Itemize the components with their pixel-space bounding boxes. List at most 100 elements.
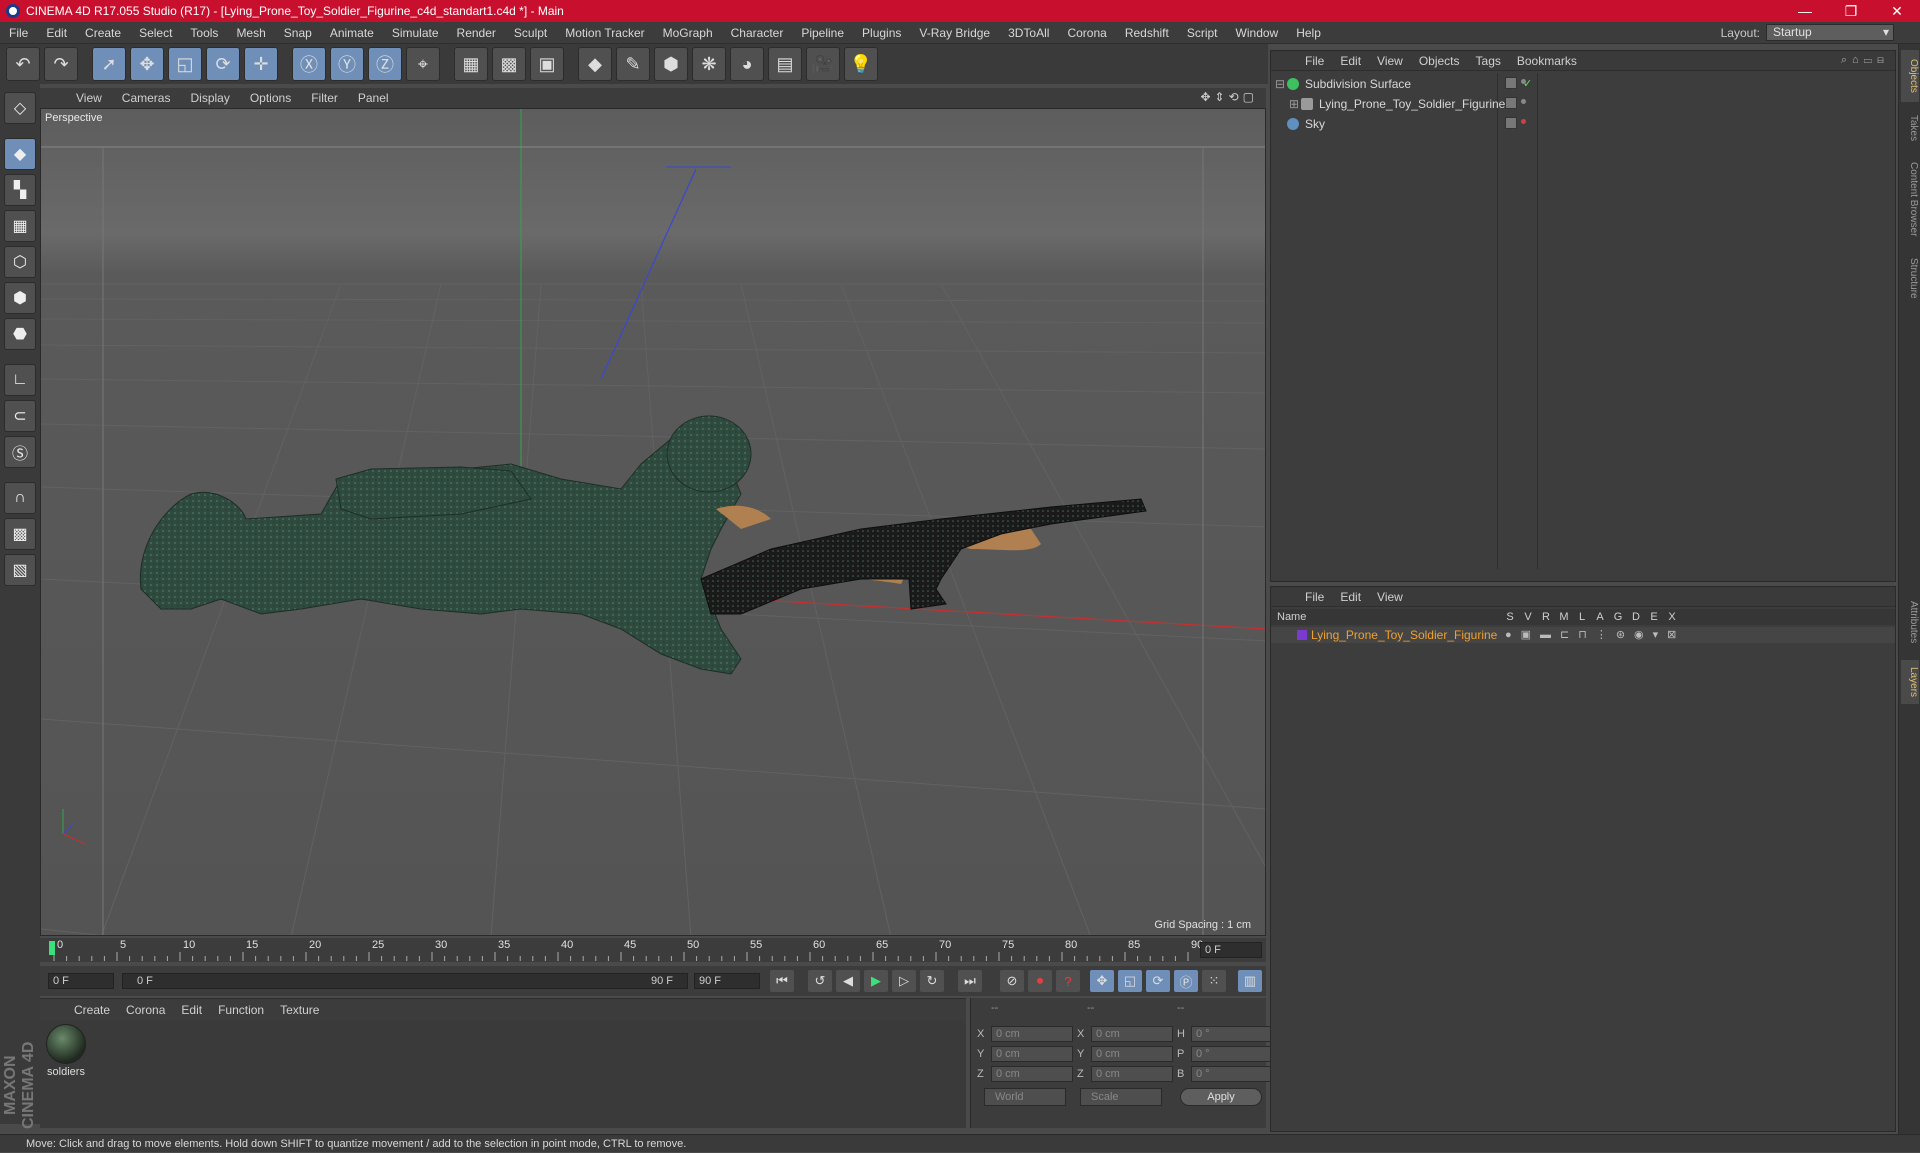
rotation-p-field[interactable]: 0 ° — [1191, 1046, 1273, 1062]
viewport-navigation-icons[interactable]: ✥⇕⟲▢ — [1200, 90, 1258, 104]
layer-color-swatch[interactable] — [1297, 630, 1307, 640]
cube-object-icon[interactable]: ◆ — [578, 47, 612, 81]
viewport-menu-filter[interactable]: Filter — [301, 91, 348, 105]
editor-visibility-dot[interactable] — [1521, 99, 1526, 104]
menu-vray-bridge[interactable]: V-Ray Bridge — [910, 22, 999, 44]
material-menu-corona[interactable]: Corona — [118, 1003, 173, 1017]
expand-icon[interactable]: ⊞ — [1289, 97, 1301, 111]
timeline-ruler[interactable]: 0 5 10 15 20 25 30 35 40 45 50 55 60 65 70 75 80 85 90 0 F — [40, 938, 1266, 962]
last-tool-icon[interactable]: ✛ — [244, 47, 278, 81]
menu-mograph[interactable]: MoGraph — [654, 22, 722, 44]
position-z-field[interactable]: 0 cm — [991, 1066, 1073, 1082]
layer-tag-icon[interactable] — [1505, 117, 1517, 129]
move-icon[interactable]: ✥ — [130, 47, 164, 81]
edges-mode-icon[interactable]: ⬢ — [4, 282, 36, 314]
coordinate-system-icon[interactable]: ⌖ — [406, 47, 440, 81]
menu-mesh[interactable]: Mesh — [227, 22, 274, 44]
live-selection-icon[interactable]: ➚ — [92, 47, 126, 81]
object-row-subdivision-surface[interactable]: ⊟ Subdivision Surface — [1275, 75, 1893, 93]
minimize-button[interactable]: — — [1782, 3, 1828, 19]
restore-button[interactable]: ❐ — [1828, 3, 1874, 20]
light-icon[interactable]: 💡 — [844, 47, 878, 81]
menu-create[interactable]: Create — [76, 22, 130, 44]
viewport-menu-display[interactable]: Display — [180, 91, 239, 105]
size-z-field[interactable]: 0 cm — [1091, 1066, 1173, 1082]
next-frame-icon[interactable]: ▷ — [892, 970, 916, 992]
playhead-marker[interactable] — [49, 941, 55, 955]
objects-menu-file[interactable]: File — [1297, 54, 1332, 68]
rotation-b-field[interactable]: 0 ° — [1191, 1066, 1273, 1082]
menu-simulate[interactable]: Simulate — [383, 22, 448, 44]
menu-edit[interactable]: Edit — [37, 22, 76, 44]
texture-mode-icon[interactable]: ▚ — [4, 174, 36, 206]
objects-menu-objects[interactable]: Objects — [1411, 54, 1468, 68]
go-to-start-icon[interactable]: ⏮ — [770, 970, 794, 992]
size-mode-dropdown[interactable]: Scale — [1080, 1088, 1162, 1106]
floor-icon[interactable]: ▤ — [768, 47, 802, 81]
objects-menu-bookmarks[interactable]: Bookmarks — [1509, 54, 1585, 68]
key-scale-icon[interactable]: ◱ — [1118, 970, 1142, 992]
object-manager-search-icons[interactable]: ⌕⌂▭⊟ — [1841, 54, 1889, 67]
workplane-mode-icon[interactable]: ▦ — [4, 210, 36, 242]
keyframe-selection-icon[interactable]: ? — [1056, 970, 1080, 992]
scale-icon[interactable]: ◱ — [168, 47, 202, 81]
pen-spline-icon[interactable]: ✎ — [616, 47, 650, 81]
menu-character[interactable]: Character — [722, 22, 793, 44]
layers-menu-edit[interactable]: Edit — [1332, 590, 1369, 604]
menu-snap[interactable]: Snap — [275, 22, 321, 44]
end-frame-field[interactable]: 90 F — [694, 973, 760, 989]
material-menu-create[interactable]: Create — [66, 1003, 118, 1017]
layer-tag-icon[interactable] — [1505, 97, 1517, 109]
tab-attributes[interactable]: Attributes — [1901, 590, 1919, 654]
menu-sculpt[interactable]: Sculpt — [505, 22, 556, 44]
material-swatch[interactable]: soldiers — [44, 1024, 88, 1078]
record-keys-icon[interactable]: ⊘ — [1000, 970, 1024, 992]
layout-dropdown[interactable]: Startup — [1766, 24, 1894, 41]
menu-tools[interactable]: Tools — [181, 22, 227, 44]
make-editable-icon[interactable]: ◇ — [4, 92, 36, 124]
deformer-icon[interactable]: ◕ — [730, 47, 764, 81]
tab-objects[interactable]: Objects — [1901, 50, 1919, 102]
preview-range-slider[interactable]: 0 F 90 F — [122, 973, 688, 989]
viewport-menu-cameras[interactable]: Cameras — [112, 91, 181, 105]
camera-icon[interactable]: 🎥 — [806, 47, 840, 81]
render-view-icon[interactable]: ▦ — [454, 47, 488, 81]
material-menu-edit[interactable]: Edit — [173, 1003, 210, 1017]
previous-key-icon[interactable]: ↺ — [808, 970, 832, 992]
menu-help[interactable]: Help — [1287, 22, 1330, 44]
tab-content-browser[interactable]: Content Browser — [1901, 154, 1919, 244]
cloner-icon[interactable]: ❋ — [692, 47, 726, 81]
rotate-icon[interactable]: ⟳ — [206, 47, 240, 81]
y-axis-icon[interactable]: Ⓨ — [330, 47, 364, 81]
z-axis-icon[interactable]: Ⓩ — [368, 47, 402, 81]
tweak-mode-icon[interactable]: ⊂ — [4, 400, 36, 432]
menu-3dtoall[interactable]: 3DToAll — [999, 22, 1058, 44]
workplane-lock-icon[interactable]: ▩ — [4, 518, 36, 550]
layer-tag-icon[interactable] — [1505, 77, 1517, 89]
menu-corona[interactable]: Corona — [1058, 22, 1115, 44]
editor-visibility-dot[interactable] — [1521, 119, 1526, 124]
polygons-mode-icon[interactable]: ⬣ — [4, 318, 36, 350]
previous-frame-icon[interactable]: ◀ — [836, 970, 860, 992]
menu-render[interactable]: Render — [448, 22, 505, 44]
tab-structure[interactable]: Structure — [1901, 250, 1919, 306]
viewport-menu-options[interactable]: Options — [240, 91, 301, 105]
menu-animate[interactable]: Animate — [321, 22, 383, 44]
layer-row[interactable]: Lying_Prone_Toy_Soldier_Figurine ●▣▬⊏⊓⋮⊛… — [1271, 627, 1895, 643]
menu-file[interactable]: File — [0, 22, 37, 44]
start-frame-field[interactable]: 0 F — [48, 973, 114, 989]
key-position-icon[interactable]: ✥ — [1090, 970, 1114, 992]
next-key-icon[interactable]: ↻ — [920, 970, 944, 992]
position-y-field[interactable]: 0 cm — [991, 1046, 1073, 1062]
snap-icon[interactable]: ∩ — [4, 482, 36, 514]
size-x-field[interactable]: 0 cm — [1091, 1026, 1173, 1042]
viewport-menu-view[interactable]: View — [66, 91, 112, 105]
objects-menu-edit[interactable]: Edit — [1332, 54, 1369, 68]
subdivision-surface-icon[interactable]: ⬢ — [654, 47, 688, 81]
go-to-end-icon[interactable]: ⏭ — [958, 970, 982, 992]
apply-button[interactable]: Apply — [1180, 1088, 1262, 1106]
auto-keying-icon[interactable]: ⏺ — [1028, 970, 1052, 992]
x-axis-icon[interactable]: Ⓧ — [292, 47, 326, 81]
play-icon[interactable]: ▶ — [864, 970, 888, 992]
model-mode-icon[interactable]: ◆ — [4, 138, 36, 170]
